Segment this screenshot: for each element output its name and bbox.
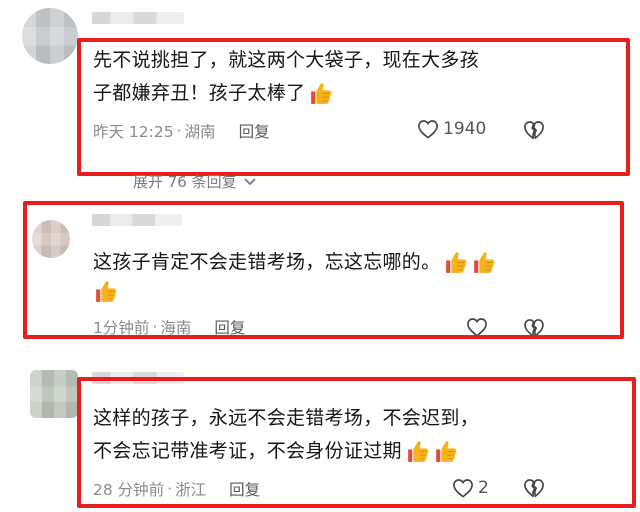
thumbs-up-emoji [95,280,117,303]
comment-location: 海南 [160,318,192,336]
comment-line: 这孩子肯定不会走错考场，忘这忘哪的。 [93,251,441,273]
thumbs-up-emoji [446,251,468,274]
reply-button[interactable]: 回复 [239,120,270,142]
avatar[interactable] [22,8,78,64]
like-button[interactable]: 1940 [417,119,486,139]
expand-replies-label: 展开 76 条回复 [133,173,237,191]
heart-icon [467,318,487,335]
heart-icon [418,120,438,139]
comment-text: 这样的孩子，永远不会走错考场，不会迟到， 不会忘记带准考证，不会身份证过期 [93,402,479,468]
comment-time: 28 分钟前 [93,481,165,499]
comment-meta: 1分钟前 · 海南 回复 [93,318,245,335]
like-count: 1940 [443,119,487,139]
thumbs-up-emoji [310,82,333,105]
comment-meta: 28 分钟前 · 浙江 回复 [93,478,261,500]
avatar[interactable] [32,220,70,258]
comment-location: 浙江 [175,481,207,499]
thumbs-up-emoji [474,251,496,274]
chevron-down-icon [243,177,256,185]
broken-heart-icon[interactable] [523,318,545,335]
comment-line: 先不说挑担了，就这两个大袋子，现在大多孩 [93,49,480,71]
username-blurred[interactable] [92,214,182,226]
reply-button[interactable]: 回复 [229,478,260,500]
comment-meta: 昨天 12:25 · 湖南 回复 [93,120,270,142]
broken-heart-icon[interactable] [523,478,545,498]
username-blurred[interactable] [92,12,184,24]
comment-text: 先不说挑担了，就这两个大袋子，现在大多孩 子都嫌弃丑！孩子太棒了 [93,44,479,110]
comment-time: 1分钟前 [93,318,150,336]
thumbs-up-emoji [435,440,457,463]
like-count: 2 [478,478,489,498]
comment-line: 这样的孩子，永远不会走错考场，不会迟到， [93,407,480,429]
comment-line: 子都嫌弃丑！孩子太棒了 [93,82,306,104]
expand-replies-button[interactable]: 展开 76 条回复 [133,171,257,192]
like-button[interactable]: 2 [452,478,489,498]
like-button[interactable] [466,318,492,335]
comment-line: 不会忘记带准考证，不会身份证过期 [93,440,402,462]
avatar[interactable] [30,370,78,418]
comment-location: 湖南 [184,123,216,141]
thumbs-up-emoji [407,440,429,463]
reply-button[interactable]: 回复 [214,318,245,336]
comment-time: 昨天 12:25 [93,123,174,141]
heart-icon [453,479,473,498]
comment-text: 这孩子肯定不会走错考场，忘这忘哪的。 [93,246,496,304]
broken-heart-icon[interactable] [523,120,545,140]
